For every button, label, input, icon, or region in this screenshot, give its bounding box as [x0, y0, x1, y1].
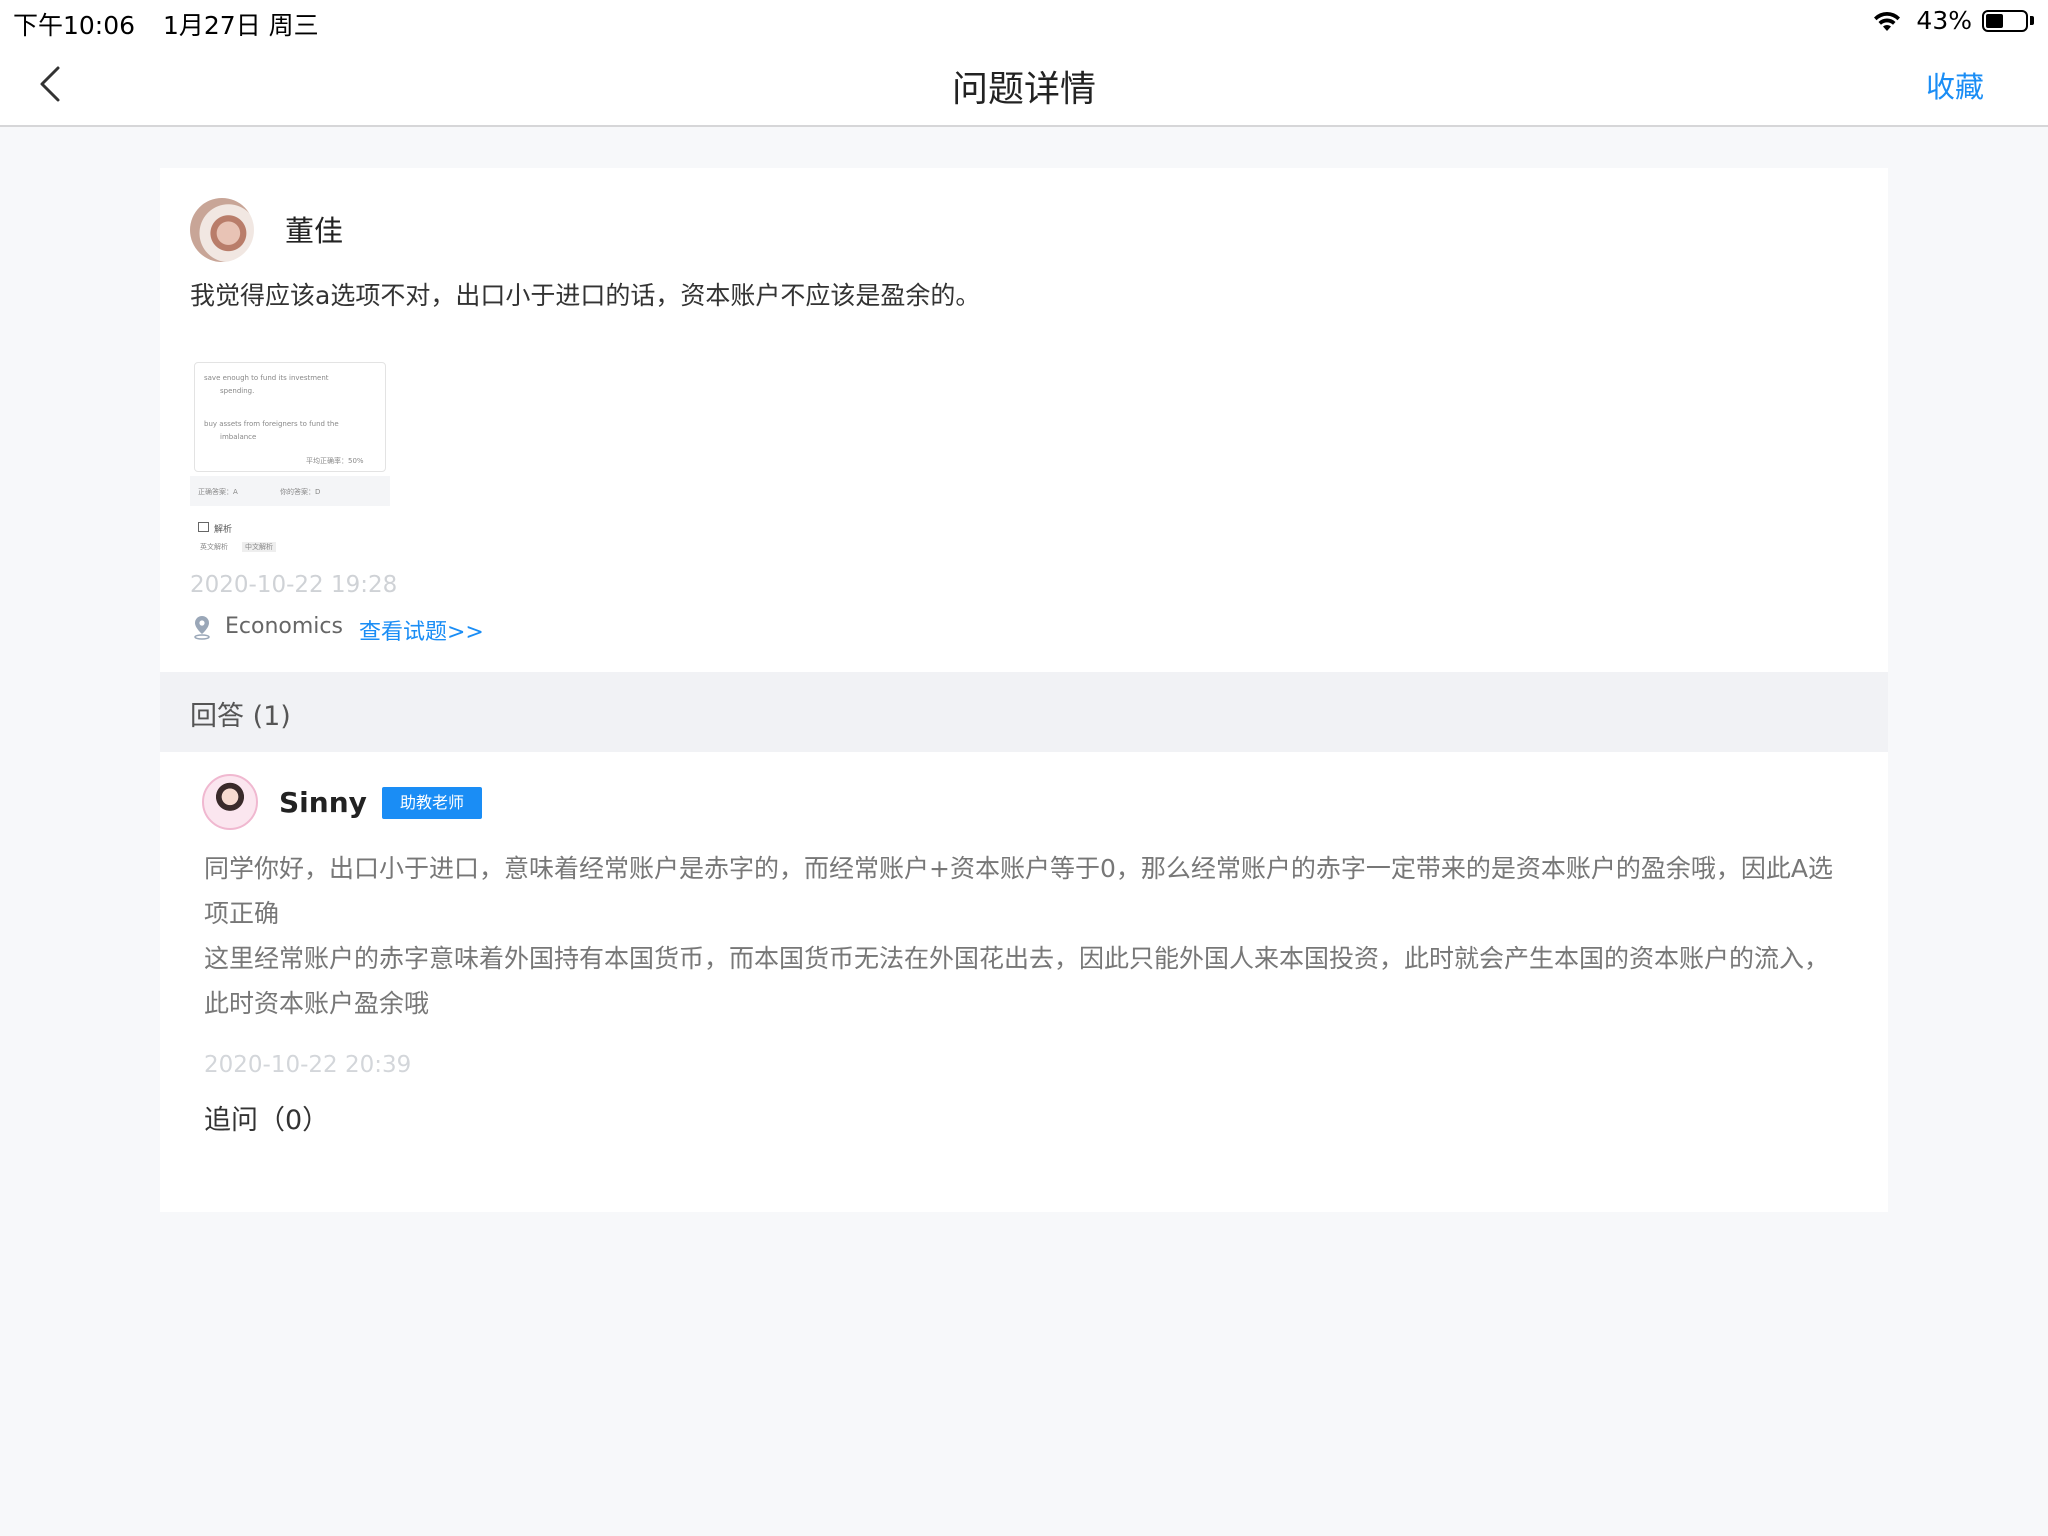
location-pin-icon	[194, 616, 210, 640]
page-title: 问题详情	[951, 69, 1096, 110]
answer-body: 同学你好，出口小于进口，意味着经常账户是赤字的，而经常账户+资本账户等于0，那么…	[204, 846, 1844, 1026]
question-subject: Economics	[225, 614, 343, 639]
answer-paragraph-2: 这里经常账户的赤字意味着外国持有本国货币，而本国货币无法在外国花出去，因此只能外…	[204, 944, 1830, 1018]
thumb-line-c: buy assets from foreigners to fund the	[204, 420, 339, 428]
thumb-line-c2: imbalance	[220, 433, 257, 441]
answer-paragraph-1: 同学你好，出口小于进口，意味着经常账户是赤字的，而经常账户+资本账户等于0，那么…	[204, 854, 1833, 928]
wifi-icon	[1874, 11, 1901, 31]
status-time: 下午10:06	[13, 11, 136, 40]
status-bar: 下午10:06 1月27日 周三 43%	[0, 0, 2048, 42]
thumb-correct: 正确答案：A	[198, 488, 238, 496]
avatar	[190, 198, 254, 262]
question-time: 2020-10-22 19:28	[190, 572, 398, 598]
thumb-explain: 解析	[214, 525, 233, 535]
thumb-explain-icon	[198, 522, 209, 532]
question-author: 董佳	[285, 214, 344, 248]
answers-count: 回答 (1)	[190, 701, 291, 732]
answer-card: Sinny 助教老师 同学你好，出口小于进口，意味着经常账户是赤字的，而经常账户…	[160, 752, 1888, 1212]
avatar	[202, 774, 258, 830]
battery-icon	[1982, 9, 2028, 32]
status-date: 1月27日 周三	[163, 11, 319, 40]
question-card: 董佳 我觉得应该a选项不对，出口小于进口的话，资本账户不应该是盈余的。 save…	[160, 168, 1888, 672]
answer-author: Sinny	[279, 786, 367, 819]
thumb-cn: 中文解析	[242, 542, 276, 552]
question-text: 我觉得应该a选项不对，出口小于进口的话，资本账户不应该是盈余的。	[190, 281, 981, 310]
followup-button[interactable]: 追问（0）	[204, 1098, 329, 1137]
battery-cap	[2030, 16, 2034, 25]
thumb-en: 英文解析	[200, 543, 228, 551]
status-left: 下午10:06 1月27日 周三	[13, 6, 339, 42]
status-right: 43%	[1872, 6, 2034, 35]
battery-percent: 43%	[1916, 6, 1972, 35]
nav-bar: 问题详情 收藏	[0, 42, 2048, 127]
view-question-link[interactable]: 查看试题>>	[359, 614, 484, 646]
answer-time: 2020-10-22 20:39	[204, 1052, 412, 1078]
question-image-thumbnail[interactable]: save enough to fund its investment spend…	[190, 356, 390, 566]
thumb-accuracy: 平均正确率：50%	[306, 457, 364, 465]
favorite-button[interactable]: 收藏	[1926, 64, 1984, 106]
answers-section-header: 回答 (1)	[160, 672, 1888, 752]
teacher-badge: 助教老师	[382, 787, 482, 819]
thumb-line-b2: spending.	[220, 387, 255, 395]
thumb-line-b: save enough to fund its investment	[204, 374, 329, 382]
thumb-yours: 你的答案：D	[280, 488, 321, 496]
